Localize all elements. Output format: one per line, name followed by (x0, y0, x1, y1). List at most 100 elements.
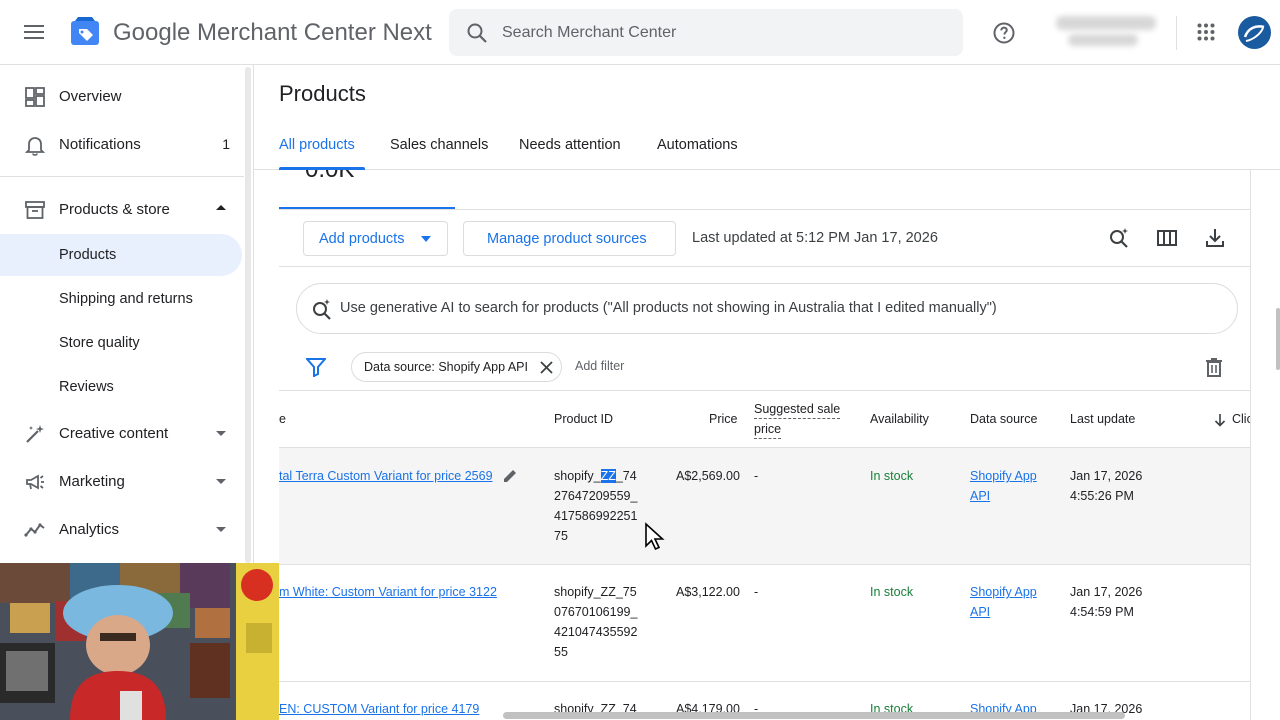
sidebar-subitem-reviews[interactable]: Reviews (0, 366, 242, 408)
hamburger-menu-icon[interactable] (24, 22, 44, 42)
dashboard-icon (25, 87, 45, 107)
data-source-link[interactable]: Shopify App API (970, 466, 1037, 506)
chevron-down-icon (216, 479, 226, 484)
sidebar-item-label: Reviews (59, 379, 114, 395)
vertical-scrollbar[interactable] (1276, 308, 1280, 370)
sidebar-scrollbar[interactable] (245, 67, 251, 563)
search-icon (467, 23, 487, 43)
filter-chip-data-source[interactable]: Data source: Shopify App API (351, 352, 562, 382)
last-update-cell: Jan 17, 2026 4:55:26 PM (1070, 466, 1142, 506)
sidebar-subitem-products[interactable]: Products (0, 234, 242, 276)
add-products-label: Add products (319, 231, 405, 247)
edit-pencil-icon[interactable] (502, 468, 518, 484)
apps-grid-icon[interactable] (1197, 23, 1215, 41)
product-tabs: All products Sales channels Needs attent… (254, 120, 1280, 170)
product-id-part: _74 (615, 469, 637, 483)
product-id-part: shopify_ (554, 469, 601, 483)
sidebar-item-label: Creative content (59, 425, 169, 442)
bell-icon (24, 137, 46, 156)
sort-arrow-down-icon[interactable] (1214, 413, 1226, 427)
suggested-price-cell: - (754, 585, 759, 599)
sidebar-subitem-shipping[interactable]: Shipping and returns (0, 278, 242, 320)
account-switcher-blurred[interactable] (1054, 14, 1164, 52)
sidebar-item-label: Notifications (59, 136, 141, 153)
column-header-availability[interactable]: Availability (870, 409, 929, 429)
tab-all-products[interactable]: All products (279, 137, 355, 153)
download-icon[interactable] (1204, 227, 1226, 249)
sidebar-subitem-store-quality[interactable]: Store quality (0, 322, 242, 364)
add-products-button[interactable]: Add products (303, 221, 448, 256)
horizontal-scrollbar[interactable] (503, 712, 1125, 719)
webcam-video-image (0, 563, 279, 720)
account-avatar[interactable] (1238, 16, 1271, 49)
sidebar-item-marketing[interactable]: Marketing (0, 460, 244, 504)
mouse-cursor-icon (645, 522, 665, 551)
storefront-icon (25, 201, 45, 219)
column-header-suggested-sale[interactable]: Suggested sale (754, 400, 841, 419)
sidebar-item-creative-content[interactable]: Creative content (0, 412, 244, 456)
sidebar-item-label: Analytics (59, 521, 120, 538)
column-header-last-update[interactable]: Last update (1070, 409, 1135, 429)
product-title-link[interactable]: EN: CUSTOM Variant for price 4179 (279, 699, 479, 719)
columns-icon[interactable] (1156, 227, 1178, 249)
product-id-cell[interactable]: shopify_ZZ_74 27647209559_ 417586992251 … (554, 466, 649, 546)
sidebar-item-label: Store quality (59, 335, 140, 351)
chevron-up-icon (216, 205, 226, 210)
product-title-link[interactable]: tal Terra Custom Variant for price 2569 (279, 466, 493, 486)
last-update-time: 4:55:26 PM (1070, 489, 1134, 503)
product-id-cell[interactable]: shopify_ZZ_75 07670106199_ 421047435592 … (554, 582, 649, 662)
data-source-link[interactable]: Shopify App API (970, 582, 1037, 622)
sidebar-item-products-store[interactable]: Products & store (0, 188, 244, 232)
sidebar-item-label: Products & store (59, 201, 170, 218)
sidebar-item-overview[interactable]: Overview (0, 75, 244, 119)
data-source-line: API (970, 605, 991, 619)
chevron-down-icon (216, 527, 226, 532)
product-id-line: 421047435592 (554, 625, 638, 639)
trash-icon[interactable] (1203, 356, 1225, 378)
ai-product-search[interactable]: Use generative AI to search for products… (296, 283, 1238, 334)
tab-automations[interactable]: Automations (657, 137, 738, 153)
search-bar[interactable] (449, 9, 963, 56)
column-header-data-source[interactable]: Data source (970, 409, 1037, 429)
column-header-product-id[interactable]: Product ID (554, 409, 613, 429)
sidebar-nav: Overview Notifications 1 Products & stor… (0, 65, 254, 565)
last-update-date: Jan 17, 2026 (1070, 585, 1143, 599)
avatar-logo-icon (1243, 25, 1265, 42)
sidebar-divider (0, 176, 244, 177)
page-title: Products (279, 81, 366, 106)
filter-icon[interactable] (306, 357, 326, 377)
manage-sources-label: Manage product sources (487, 231, 647, 247)
chevron-down-icon (216, 431, 226, 436)
sidebar-item-label: Marketing (59, 473, 125, 490)
suggested-price-cell: - (754, 469, 759, 483)
column-header-price[interactable]: Price (709, 409, 737, 429)
tab-sales-channels[interactable]: Sales channels (390, 137, 488, 153)
column-header-suggested-price[interactable]: price (754, 420, 782, 439)
search-input[interactable] (502, 22, 942, 44)
product-title-link[interactable]: m White: Custom Variant for price 3122 (279, 582, 497, 602)
product-id-selected-text: ZZ (600, 469, 616, 483)
close-icon[interactable] (540, 361, 553, 374)
section-divider (279, 266, 1250, 267)
data-source-line: Shopify App (970, 585, 1037, 599)
manage-product-sources-button[interactable]: Manage product sources (463, 221, 676, 256)
availability-cell: In stock (870, 585, 914, 599)
ai-search-prompt: Use generative AI to search for products… (340, 300, 997, 316)
add-filter-link[interactable]: Add filter (575, 359, 624, 373)
search-sparkle-icon[interactable] (1108, 227, 1130, 249)
data-source-line: API (970, 489, 991, 503)
sidebar-item-label: Shipping and returns (59, 291, 193, 307)
merchant-center-logo-icon[interactable] (70, 17, 100, 47)
column-header-title[interactable]: e (279, 409, 286, 429)
sidebar-item-analytics[interactable]: Analytics (0, 508, 244, 552)
notification-count-badge: 1 (222, 136, 230, 152)
price-cell: A$3,122.00 (676, 585, 740, 599)
column-header-clicks[interactable]: Clic (1232, 409, 1250, 429)
data-source-line: Shopify App (970, 469, 1037, 483)
help-icon[interactable] (992, 21, 1016, 45)
price-cell: A$2,569.00 (676, 469, 740, 483)
product-id-line: 07670106199_ (554, 605, 638, 619)
sidebar-item-notifications[interactable]: Notifications 1 (0, 123, 244, 167)
tab-needs-attention[interactable]: Needs attention (519, 137, 621, 153)
megaphone-icon (26, 474, 44, 490)
